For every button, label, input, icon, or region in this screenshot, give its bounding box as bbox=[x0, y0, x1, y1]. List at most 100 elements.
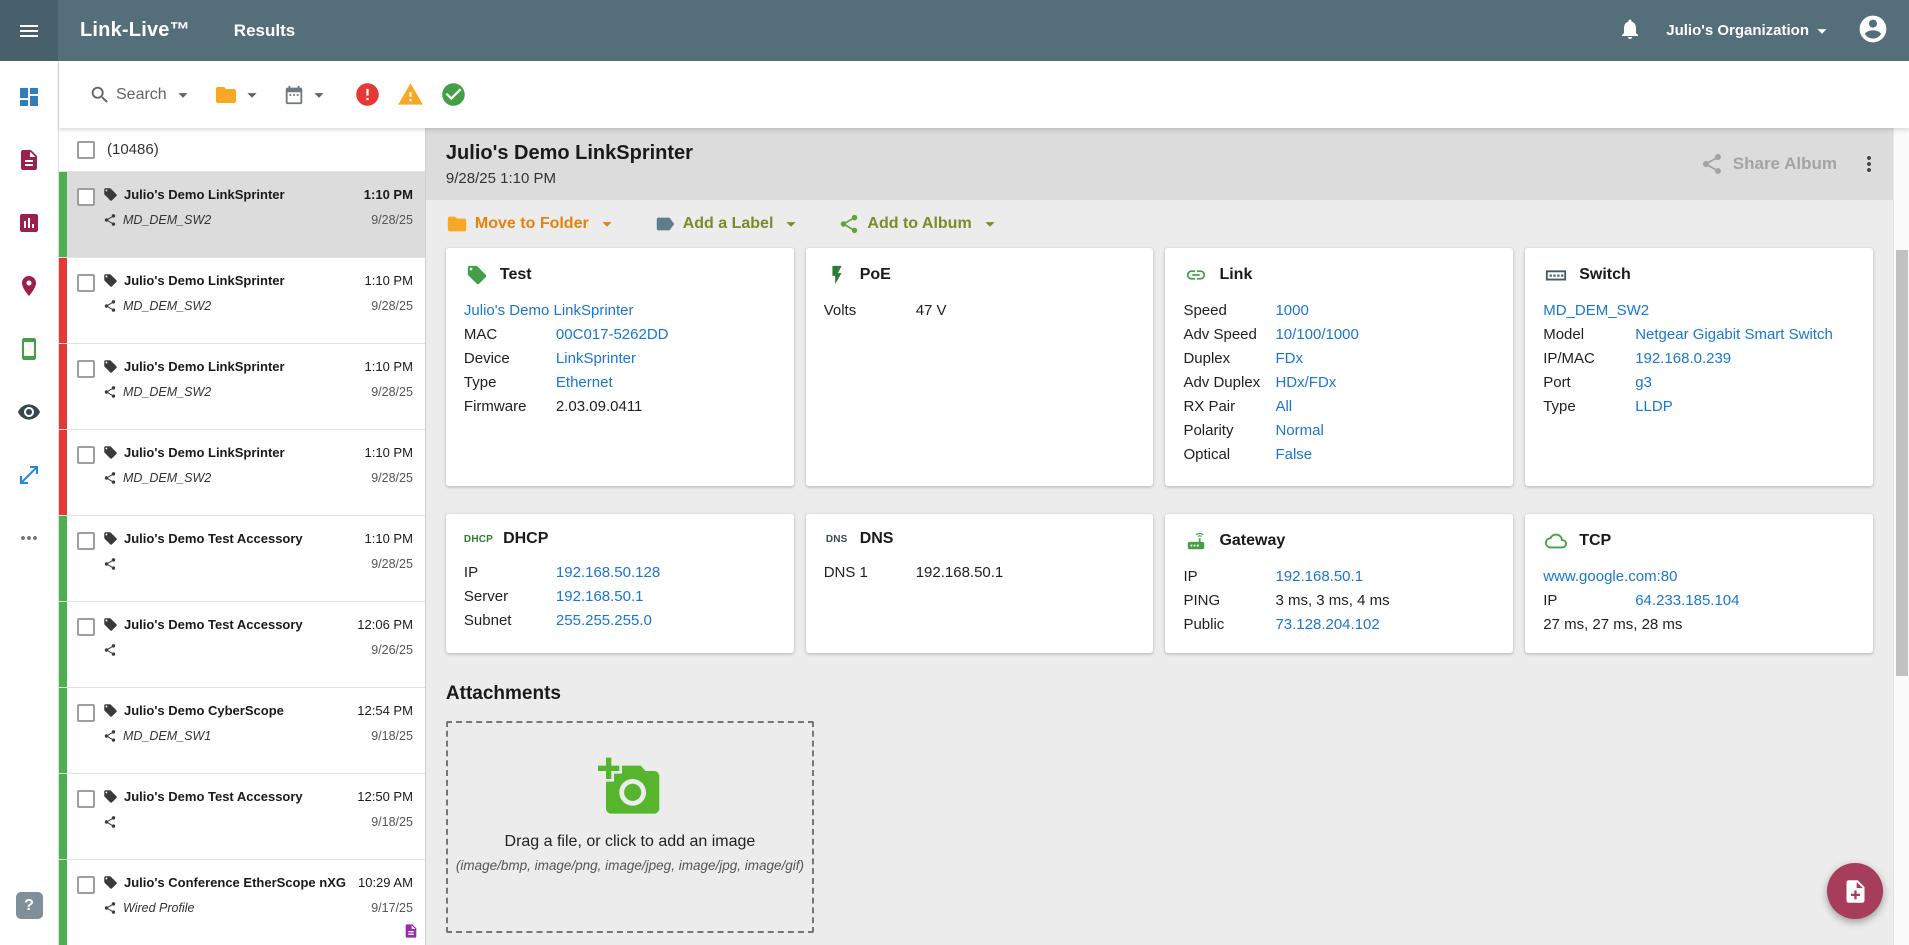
card-row-value[interactable]: 73.128.204.102 bbox=[1275, 613, 1379, 637]
image-dropzone[interactable]: Drag a file, or click to add an image (i… bbox=[446, 721, 814, 933]
list-item[interactable]: Julio's Demo Test Accessory 1:10 PM 9/28… bbox=[59, 516, 425, 602]
item-checkbox[interactable] bbox=[77, 360, 95, 378]
list-item[interactable]: Julio's Demo LinkSprinter 1:10 PM MD_DEM… bbox=[59, 172, 425, 258]
card-row-value[interactable]: LLDP bbox=[1635, 395, 1673, 419]
tcp-icon bbox=[1543, 530, 1569, 552]
card-row-value[interactable]: All bbox=[1275, 395, 1292, 419]
bell-icon bbox=[1618, 17, 1642, 41]
card-row-label: DNS 1 bbox=[824, 561, 916, 585]
card-row-value[interactable]: MD_DEM_SW2 bbox=[1543, 299, 1649, 323]
list-item[interactable]: Julio's Conference EtherScope nXG 10:29 … bbox=[59, 860, 425, 945]
card-row-value[interactable]: Ethernet bbox=[556, 371, 613, 395]
status-bar bbox=[59, 602, 67, 687]
card-head: Link bbox=[1183, 264, 1495, 286]
sidebar-item-transfer[interactable] bbox=[0, 443, 58, 506]
card-row-value[interactable]: False bbox=[1275, 443, 1312, 467]
card-row-value[interactable]: Netgear Gigabit Smart Switch bbox=[1635, 323, 1833, 347]
item-checkbox[interactable] bbox=[77, 188, 95, 206]
item-checkbox[interactable] bbox=[77, 274, 95, 292]
card-row-value[interactable]: 192.168.50.1 bbox=[1275, 565, 1363, 589]
item-checkbox[interactable] bbox=[77, 446, 95, 464]
card-row-value[interactable]: 192.168.50.1 bbox=[556, 585, 644, 609]
card-row-value[interactable]: www.google.com:80 bbox=[1543, 565, 1677, 589]
card-row-label: Speed bbox=[1183, 299, 1275, 323]
card-row-value[interactable]: 1000 bbox=[1275, 299, 1308, 323]
sidebar-item-units[interactable] bbox=[0, 317, 58, 380]
card-row-value[interactable]: 00C017-5262DD bbox=[556, 323, 669, 347]
item-checkbox[interactable] bbox=[77, 790, 95, 808]
help-button[interactable]: ? bbox=[16, 892, 43, 919]
nav-results[interactable]: Results bbox=[234, 21, 295, 41]
top-bar: Link-Live™ Results Julio's Organization bbox=[0, 0, 1909, 61]
list-item[interactable]: Julio's Demo Test Accessory 12:50 PM 9/1… bbox=[59, 774, 425, 860]
sidebar-item-more[interactable] bbox=[0, 506, 58, 569]
add-to-album-button[interactable]: Add to Album bbox=[838, 213, 1000, 235]
list-item[interactable]: Julio's Demo Test Accessory 12:06 PM 9/2… bbox=[59, 602, 425, 688]
select-all-checkbox[interactable] bbox=[77, 141, 95, 159]
card-row-label: Server bbox=[464, 585, 556, 609]
search-label: Search bbox=[116, 86, 167, 104]
item-body: Julio's Demo Test Accessory 1:10 PM 9/28… bbox=[103, 516, 425, 601]
sidebar-item-analysis[interactable] bbox=[0, 191, 58, 254]
card-row-value[interactable]: 255.255.255.0 bbox=[556, 609, 652, 633]
share-album-button[interactable]: Share Album bbox=[1700, 152, 1837, 176]
scrollbar-thumb[interactable] bbox=[1896, 250, 1908, 676]
account-button[interactable] bbox=[1857, 13, 1889, 48]
card-row: Adv Duplex HDx/FDx bbox=[1183, 371, 1495, 395]
item-checkbox[interactable] bbox=[77, 876, 95, 894]
date-filter-button[interactable] bbox=[277, 78, 336, 112]
passed-filter-button[interactable] bbox=[440, 81, 467, 108]
warning-filter-button[interactable] bbox=[397, 81, 424, 108]
list-item[interactable]: Julio's Demo LinkSprinter 1:10 PM MD_DEM… bbox=[59, 344, 425, 430]
list-item[interactable]: Julio's Demo LinkSprinter 1:10 PM MD_DEM… bbox=[59, 430, 425, 516]
sidebar-item-dashboard[interactable] bbox=[0, 65, 58, 128]
card-row-value: 47 V bbox=[916, 299, 947, 323]
move-to-folder-button[interactable]: Move to Folder bbox=[446, 213, 618, 235]
item-subtitle: MD_DEM_SW1 bbox=[123, 729, 365, 743]
item-checkbox[interactable] bbox=[77, 532, 95, 550]
failed-filter-button[interactable] bbox=[354, 81, 381, 108]
card-row-value[interactable]: g3 bbox=[1635, 371, 1652, 395]
card-row-value[interactable]: 64.233.185.104 bbox=[1635, 589, 1739, 613]
scrollbar[interactable] bbox=[1893, 128, 1909, 945]
notifications-button[interactable] bbox=[1618, 17, 1642, 44]
card-row: Duplex FDx bbox=[1183, 347, 1495, 371]
device-type-icon bbox=[103, 617, 118, 632]
more-options-button[interactable] bbox=[1857, 152, 1881, 176]
add-report-fab[interactable] bbox=[1827, 863, 1883, 919]
org-selector[interactable]: Julio's Organization bbox=[1666, 20, 1833, 42]
search-dropdown[interactable]: Search bbox=[83, 78, 200, 112]
item-checkbox[interactable] bbox=[77, 618, 95, 636]
folder-filter-button[interactable] bbox=[208, 77, 269, 113]
card-head: DHCP DHCP bbox=[464, 530, 776, 548]
item-body: Julio's Demo CyberScope 12:54 PM MD_DEM_… bbox=[103, 688, 425, 773]
card-row-value[interactable]: FDx bbox=[1275, 347, 1303, 371]
item-date: 9/26/25 bbox=[371, 643, 413, 657]
item-checkbox[interactable] bbox=[77, 704, 95, 722]
chevron-down-icon bbox=[780, 213, 802, 235]
sidebar-item-map-pin[interactable] bbox=[0, 254, 58, 317]
card-row-value[interactable]: 192.168.50.128 bbox=[556, 561, 660, 585]
album-share-icon bbox=[838, 213, 860, 235]
content-column: Search bbox=[59, 61, 1909, 945]
list-item[interactable]: Julio's Demo LinkSprinter 1:10 PM MD_DEM… bbox=[59, 258, 425, 344]
card-row-value[interactable]: Normal bbox=[1275, 419, 1323, 443]
results-icon bbox=[17, 148, 41, 172]
list-item[interactable]: Julio's Demo CyberScope 12:54 PM MD_DEM_… bbox=[59, 688, 425, 774]
card-row-label: Public bbox=[1183, 613, 1275, 637]
card-row-value[interactable]: 10/100/1000 bbox=[1275, 323, 1358, 347]
sidebar-item-results[interactable] bbox=[0, 128, 58, 191]
card-row-value[interactable]: Julio's Demo LinkSprinter bbox=[464, 299, 634, 323]
card-row: Firmware 2.03.09.0411 bbox=[464, 395, 776, 419]
menu-button[interactable] bbox=[0, 0, 58, 61]
card-head: Gateway bbox=[1183, 530, 1495, 552]
card-row-value[interactable]: HDx/FDx bbox=[1275, 371, 1336, 395]
test-icon bbox=[464, 264, 490, 286]
card-row-value[interactable]: LinkSprinter bbox=[556, 347, 636, 371]
card-rows: MD_DEM_SW2 Model Netgear Gigabit Smart S… bbox=[1543, 299, 1855, 419]
add-a-label-button[interactable]: Add a Label bbox=[654, 213, 803, 235]
item-time: 1:10 PM bbox=[364, 187, 413, 202]
sidebar-item-eye[interactable] bbox=[0, 380, 58, 443]
device-type-icon bbox=[103, 445, 118, 460]
card-row-value[interactable]: 192.168.0.239 bbox=[1635, 347, 1731, 371]
